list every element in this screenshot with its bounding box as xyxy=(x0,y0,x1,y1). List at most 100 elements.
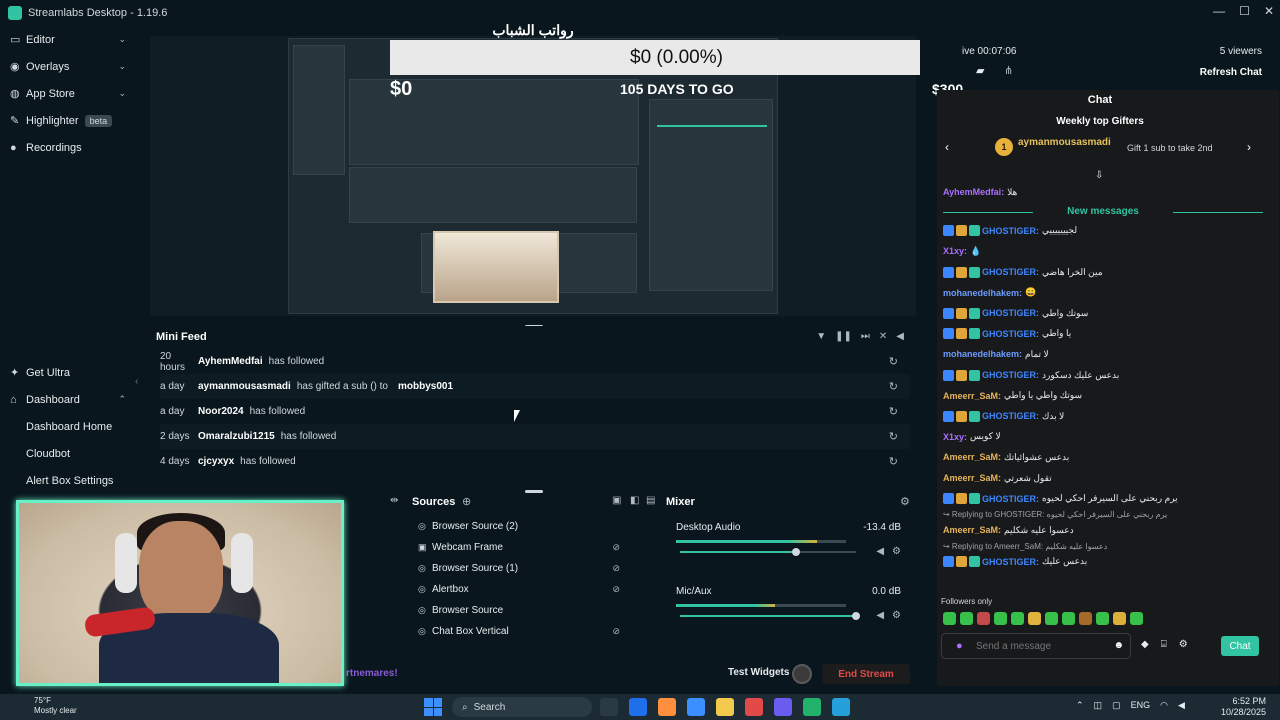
sidebar-item-recordings[interactable]: ● Recordings xyxy=(0,134,140,161)
emote-icon[interactable] xyxy=(1045,612,1058,625)
source-settings-icon[interactable]: ◧ xyxy=(630,495,639,506)
emote-icon[interactable] xyxy=(1113,612,1126,625)
volume-slider[interactable] xyxy=(680,612,860,620)
volume-slider[interactable] xyxy=(680,548,856,556)
emote-icon[interactable] xyxy=(1062,612,1075,625)
windows-start-icon[interactable] xyxy=(424,698,442,716)
lang-indicator[interactable]: ENG xyxy=(1131,700,1151,711)
visibility-icon[interactable]: ⊘ xyxy=(612,563,620,574)
taskbar-app-icon[interactable] xyxy=(687,698,705,716)
tray-chevron-icon[interactable]: ⌃ xyxy=(1076,700,1084,711)
chat-username[interactable]: GHOSTIGER: xyxy=(982,226,1039,236)
chat-username[interactable]: GHOSTIGER: xyxy=(982,411,1039,421)
replay-icon[interactable]: ↻ xyxy=(889,355,898,368)
slider-knob[interactable] xyxy=(852,612,860,620)
emote-icon[interactable] xyxy=(977,612,990,625)
gear-icon[interactable]: ⚙ xyxy=(892,610,901,621)
replay-icon[interactable]: ↻ xyxy=(889,380,898,393)
sidebar-item-app-store[interactable]: ◍ App Store ⌄ xyxy=(0,80,140,107)
taskbar-app-icon[interactable] xyxy=(774,698,792,716)
chat-username[interactable]: Ameerr_SaM: xyxy=(943,391,1001,401)
visibility-icon[interactable]: ⊘ xyxy=(612,584,620,595)
slider-knob[interactable] xyxy=(792,548,801,556)
weather-widget[interactable]: 75°F Mostly clear xyxy=(34,696,77,716)
collapse-sidebar-icon[interactable]: ‹ xyxy=(135,376,138,387)
replay-icon[interactable]: ↻ xyxy=(889,430,898,443)
chat-username[interactable]: GHOSTIGER: xyxy=(982,267,1039,277)
chat-username[interactable]: GHOSTIGER: xyxy=(982,494,1039,504)
filter-icon[interactable]: ▼ xyxy=(816,331,826,342)
chat-username[interactable]: Ameerr_SaM: xyxy=(943,452,1001,462)
maximize-button[interactable]: ☐ xyxy=(1239,4,1250,18)
taskbar-app-icon[interactable] xyxy=(600,698,618,716)
visibility-icon[interactable]: ⊘ xyxy=(612,626,620,637)
sidebar-item-dashboard[interactable]: ⌂ Dashboard ⌃ xyxy=(0,386,140,413)
chevron-left-icon[interactable]: ‹ xyxy=(945,140,949,154)
wifi-icon[interactable]: ◠ xyxy=(1160,700,1168,711)
source-item[interactable]: ▣ Webcam Frame ⊘ xyxy=(412,537,632,558)
chat-username[interactable]: Ameerr_SaM: xyxy=(943,525,1001,535)
speaker-icon[interactable]: ◀ xyxy=(876,546,884,557)
network-icon[interactable]: ◫ xyxy=(1094,700,1103,711)
replay-icon[interactable]: ↻ xyxy=(889,405,898,418)
chat-input-box[interactable]: ● ☻ xyxy=(941,633,1131,659)
taskbar-app-icon[interactable] xyxy=(803,698,821,716)
send-chat-button[interactable]: Chat xyxy=(1221,636,1259,656)
emote-icon[interactable] xyxy=(994,612,1007,625)
test-widgets-button[interactable]: Test Widgets xyxy=(728,667,789,678)
source-item[interactable]: ◎ Alertbox ⊘ xyxy=(412,579,632,600)
replay-icon[interactable]: ↻ xyxy=(889,455,898,468)
speaker-icon[interactable]: ◀ xyxy=(1178,700,1185,711)
mic-icon[interactable]: ● xyxy=(956,640,963,652)
emote-icon[interactable] xyxy=(960,612,973,625)
taskbar-app-icon[interactable] xyxy=(658,698,676,716)
chat-username[interactable]: AyhemMedfai: xyxy=(943,187,1004,197)
pause-icon[interactable]: ❚❚ xyxy=(835,331,852,342)
minimize-button[interactable]: — xyxy=(1213,4,1225,18)
sidebar-item-highlighter[interactable]: ✎ Highlighter beta xyxy=(0,107,140,134)
taskbar-app-icon[interactable] xyxy=(629,698,647,716)
emote-icon[interactable] xyxy=(1028,612,1041,625)
sidebar-item-cloudbot[interactable]: Cloudbot xyxy=(0,440,140,467)
sidebar-item-dashboard-home[interactable]: Dashboard Home xyxy=(0,413,140,440)
source-item[interactable]: ◎ Chat Box Vertical ⊘ xyxy=(412,621,632,642)
taskbar-app-icon[interactable] xyxy=(832,698,850,716)
taskbar-app-icon[interactable] xyxy=(745,698,763,716)
source-item[interactable]: ◎ Browser Source (2) xyxy=(412,516,632,537)
speaker-icon[interactable]: ◀ xyxy=(876,610,884,621)
taskbar-app-icon[interactable] xyxy=(716,698,734,716)
visibility-icon[interactable]: ⊘ xyxy=(612,542,620,553)
chat-username[interactable]: mohanedelhakem: xyxy=(943,349,1022,359)
dock-resize-icon[interactable]: ⇹ xyxy=(390,495,398,506)
chat-username[interactable]: GHOSTIGER: xyxy=(982,329,1039,339)
mute-alerts-icon[interactable]: ✕ xyxy=(879,331,887,342)
chat-username[interactable]: mohanedelhakem: xyxy=(943,288,1022,298)
close-button[interactable]: ✕ xyxy=(1264,4,1274,18)
end-stream-button[interactable]: End Stream xyxy=(822,664,910,684)
source-item[interactable]: ◎ Browser Source (1) ⊘ xyxy=(412,558,632,579)
chat-username[interactable]: X1xy: xyxy=(943,246,967,256)
tray-app-icon[interactable]: ▢ xyxy=(1112,700,1121,711)
sidebar-item-get-ultra[interactable]: ✦ Get Ultra xyxy=(0,359,140,386)
emote-icon[interactable] xyxy=(943,612,956,625)
source-item[interactable]: ◎ Browser Source xyxy=(412,600,632,621)
add-source-icon[interactable]: ⊕ xyxy=(462,495,471,508)
gear-icon[interactable]: ⚙ xyxy=(892,546,901,557)
gift-icon[interactable]: ⌸ xyxy=(1161,639,1167,650)
emote-icon[interactable] xyxy=(1130,612,1143,625)
emote-icon[interactable] xyxy=(1096,612,1109,625)
refresh-chat-button[interactable]: Refresh Chat xyxy=(1200,67,1262,78)
sidebar-item-overlays[interactable]: ◉ Overlays ⌄ xyxy=(0,53,140,80)
mixer-settings-gear-icon[interactable]: ⚙ xyxy=(900,495,910,508)
volume-icon[interactable]: ◀ xyxy=(896,331,904,342)
popout-icon[interactable]: ▰ xyxy=(976,64,984,77)
emote-icon[interactable] xyxy=(1011,612,1024,625)
record-button[interactable] xyxy=(792,664,812,684)
chevron-right-icon[interactable]: › xyxy=(1247,140,1251,154)
taskbar-search[interactable]: ⌕ Search xyxy=(452,697,592,717)
chat-username[interactable]: GHOSTIGER: xyxy=(982,370,1039,380)
sidebar-item-editor[interactable]: ▭ Editor ⌄ xyxy=(0,26,140,53)
chat-username[interactable]: GHOSTIGER: xyxy=(982,557,1039,567)
chat-username[interactable]: GHOSTIGER: xyxy=(982,308,1039,318)
source-group-icon[interactable]: ▣ xyxy=(612,495,621,506)
